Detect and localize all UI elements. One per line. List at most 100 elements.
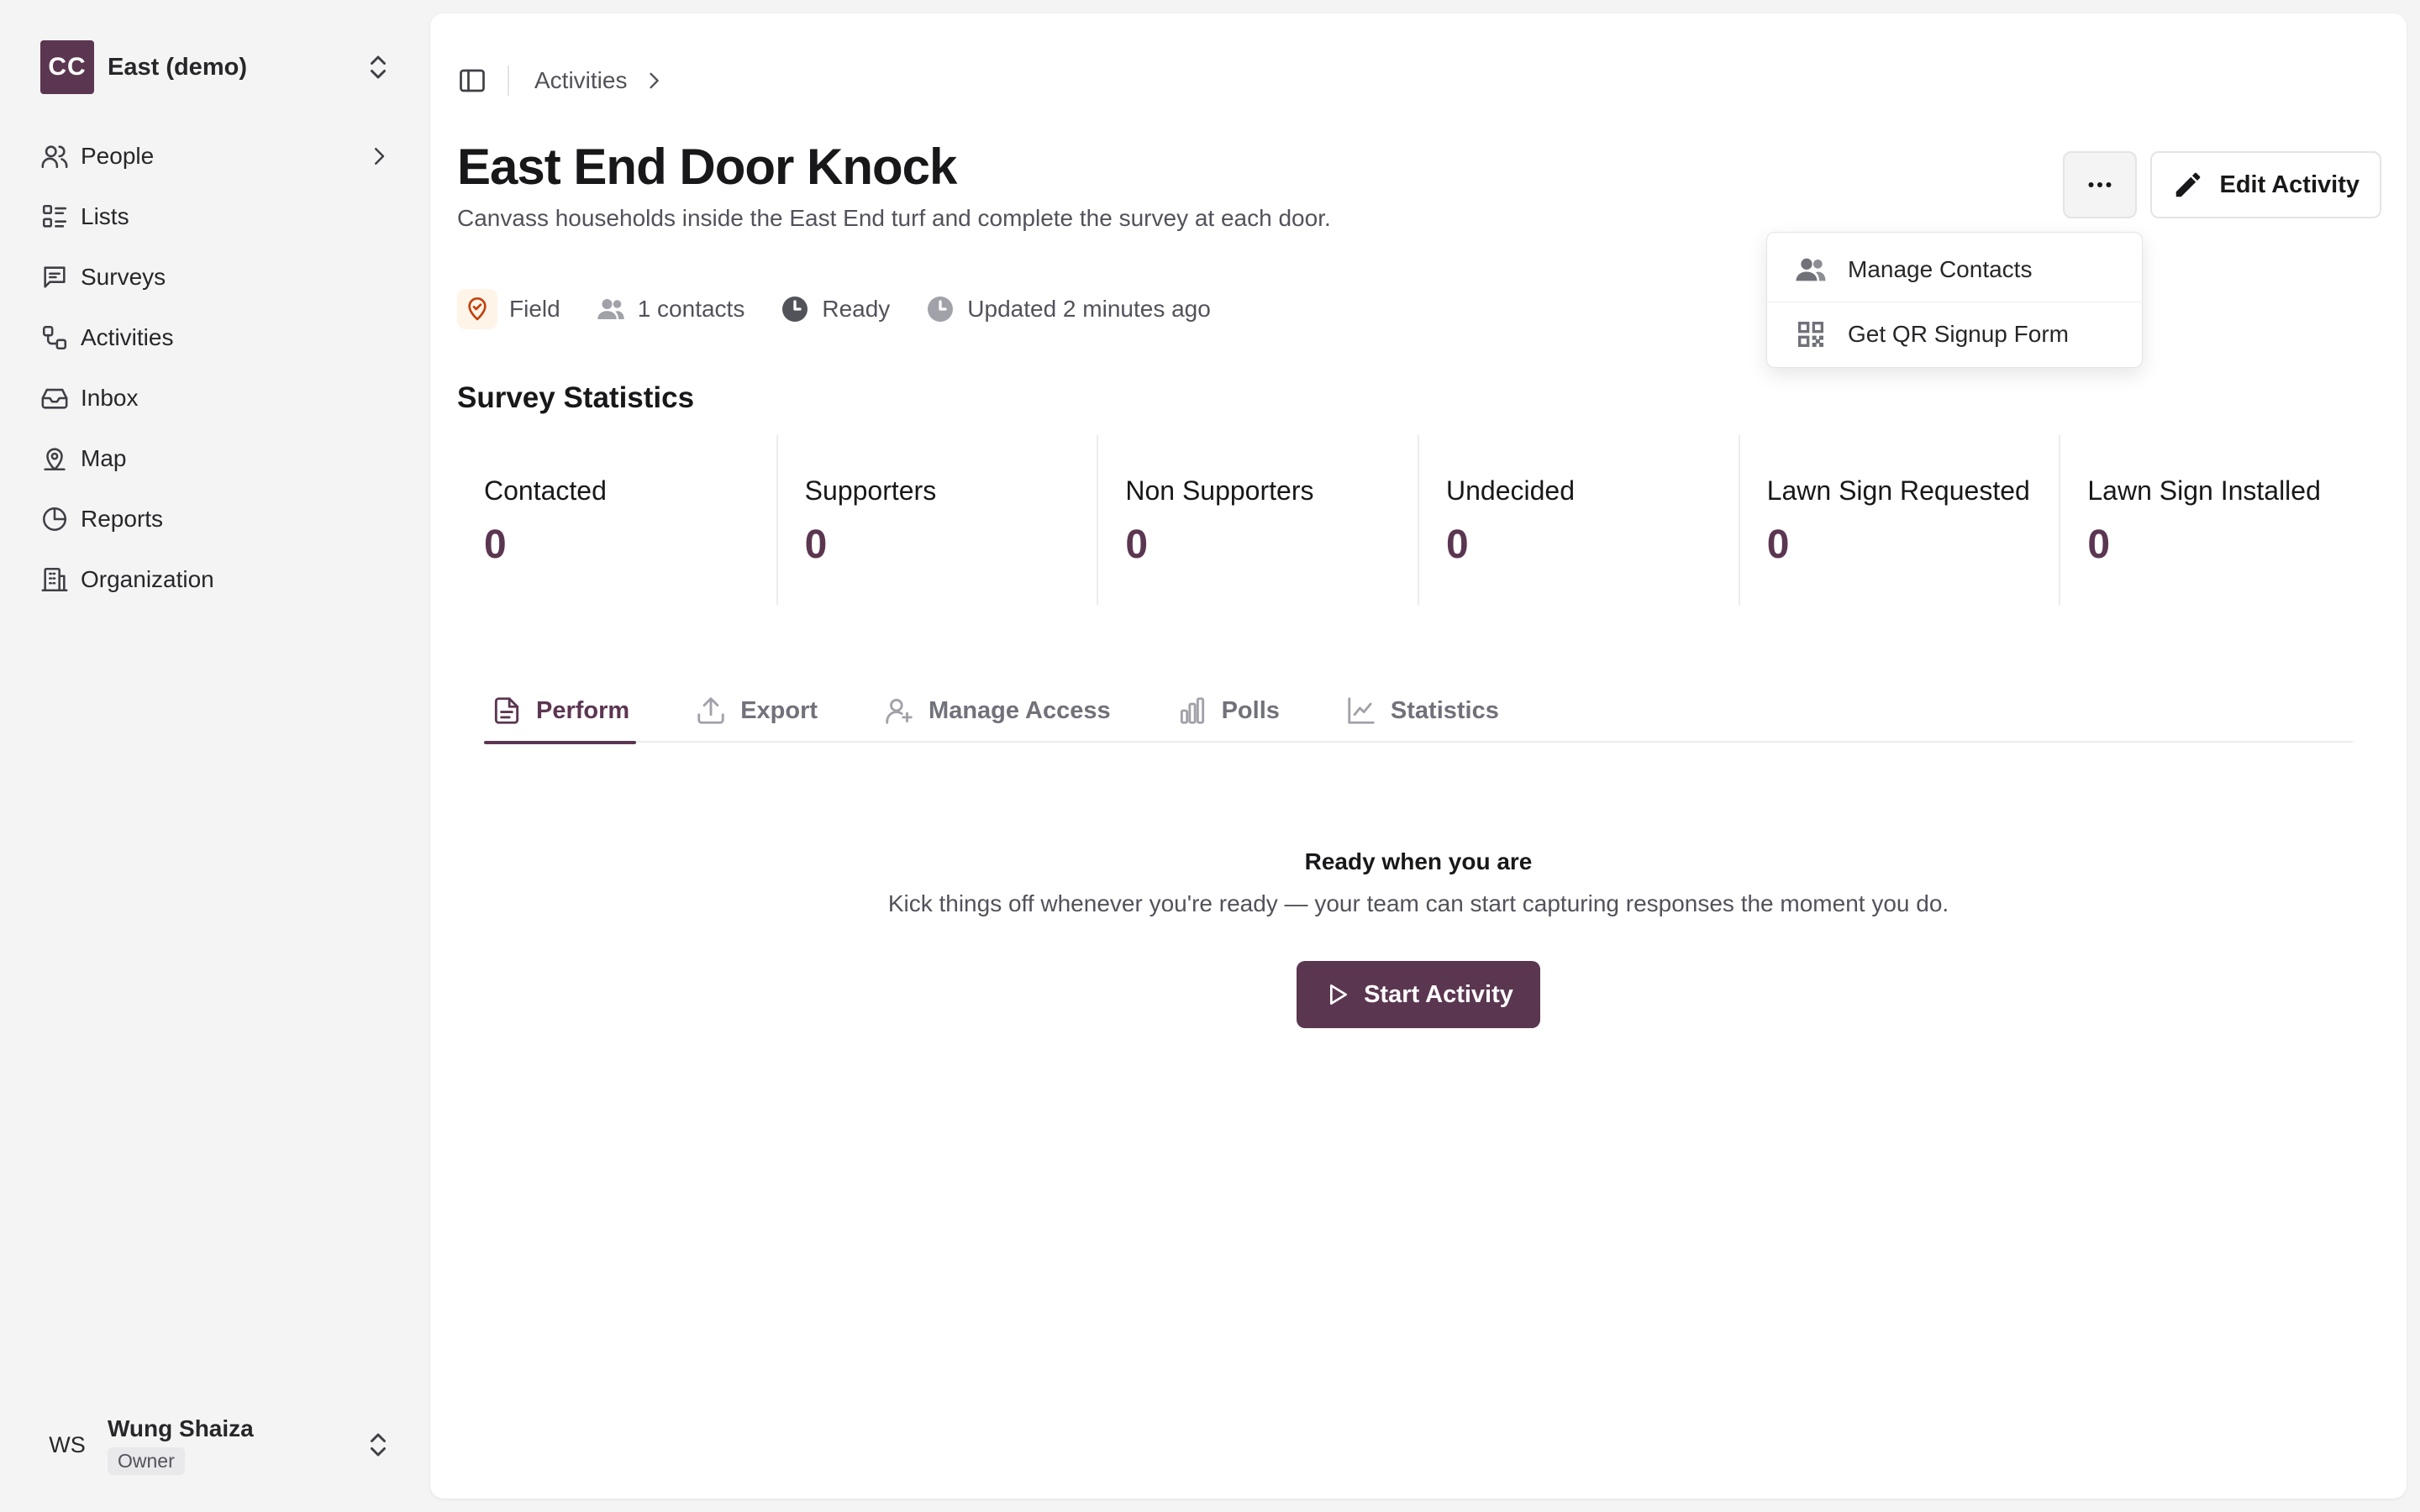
stat-lawn-sign-installed: Lawn Sign Installed 0 (2059, 435, 2380, 605)
menu-item-manage-contacts[interactable]: Manage Contacts (1767, 239, 2142, 300)
org-name: East (demo) (108, 53, 247, 81)
sidebar-item-lists[interactable]: Lists (34, 192, 397, 242)
tab-polls[interactable]: Polls (1170, 679, 1286, 743)
start-activity-button[interactable]: Start Activity (1297, 961, 1540, 1028)
stat-supporters: Supporters 0 (776, 435, 1097, 605)
empty-state-description: Kick things off whenever you're ready — … (887, 890, 1949, 916)
org-switcher[interactable]: CC East (demo) (40, 40, 393, 94)
stat-value: 0 (1446, 522, 1469, 567)
sidebar-item-label: Surveys (81, 264, 166, 290)
tab-statistics[interactable]: Statistics (1339, 679, 1506, 743)
user-info: Wung Shaiza Owner (108, 1415, 363, 1475)
play-icon (1330, 984, 1348, 1005)
tab-label: Statistics (1390, 696, 1499, 724)
activity-icon (42, 325, 67, 350)
stat-label: Non Supporters (1125, 475, 1314, 506)
meta-contacts: 1 contacts (596, 294, 745, 324)
tab-perform[interactable]: Perform (484, 679, 637, 744)
stat-value: 0 (804, 522, 828, 567)
empty-state: Ready when you are Kick things off whene… (457, 848, 2380, 1028)
user-plus-icon (886, 698, 913, 724)
chevrons-up-down-icon (371, 55, 386, 79)
topbar: Activities (457, 54, 666, 108)
meta-status-label: Ready (822, 296, 891, 322)
breadcrumb-activities[interactable]: Activities (534, 67, 627, 94)
start-activity-label: Start Activity (1364, 980, 1513, 1008)
stat-value: 0 (2087, 522, 2111, 567)
main-panel: Activities East End Door Knock Canvass h… (430, 13, 2407, 1499)
users-icon (1796, 258, 1826, 281)
survey-statistics-title: Survey Statistics (457, 381, 695, 414)
stat-value: 0 (1766, 522, 1790, 567)
user-avatar: WS (49, 1431, 86, 1457)
activity-tabs: Perform Export Manage Access Polls Stati… (484, 679, 2353, 744)
sidebar-item-label: People (81, 143, 155, 169)
sidebar-item-label: Map (81, 445, 127, 471)
tab-label: Polls (1221, 696, 1280, 724)
meta-updated: Updated 2 minutes ago (925, 294, 1211, 324)
sidebar-item-label: Lists (81, 203, 129, 229)
sidebar-item-people[interactable]: People (34, 131, 397, 181)
sidebar-item-organization[interactable]: Organization (34, 554, 397, 605)
sidebar-toggle-icon[interactable] (457, 66, 487, 96)
tab-label: Manage Access (929, 696, 1111, 724)
survey-stats-grid: Contacted 0 Supporters 0 Non Supporters … (457, 435, 2380, 605)
clock-icon (782, 297, 808, 322)
inbox-icon (41, 388, 68, 409)
tab-manage-access[interactable]: Manage Access (876, 679, 1118, 743)
sidebar-item-map[interactable]: Map (34, 433, 397, 484)
stat-lawn-sign-requested: Lawn Sign Requested 0 (1738, 435, 2060, 605)
message-icon (44, 266, 66, 288)
sidebar-item-label: Inbox (81, 385, 139, 411)
sidebar-item-inbox[interactable]: Inbox (34, 373, 397, 423)
meta-status: Ready (780, 294, 890, 324)
line-chart-icon (1348, 697, 1375, 724)
list-icon (42, 204, 67, 228)
chevron-right-icon (650, 72, 660, 89)
map-pin-icon (44, 448, 66, 471)
stat-label: Contacted (484, 475, 607, 506)
user-role-badge: Owner (108, 1446, 185, 1475)
sidebar-item-activities[interactable]: Activities (34, 312, 397, 363)
tab-label: Export (740, 696, 818, 724)
menu-item-qr-signup[interactable]: Get QR Signup Form (1767, 304, 2142, 365)
edit-activity-label: Edit Activity (2219, 171, 2360, 198)
menu-item-label: Get QR Signup Form (1848, 321, 2069, 347)
org-avatar: CC (40, 40, 94, 94)
stat-label: Lawn Sign Requested (1766, 475, 2030, 506)
tab-export[interactable]: Export (688, 679, 824, 743)
stat-label: Supporters (804, 475, 937, 506)
chevrons-up-down-icon (371, 1433, 386, 1457)
user-menu[interactable]: WS Wung Shaiza Owner (40, 1410, 393, 1480)
empty-state-title: Ready when you are (1304, 848, 1533, 874)
stat-value: 0 (484, 522, 507, 567)
more-actions-button[interactable] (2063, 151, 2138, 218)
sidebar-item-surveys[interactable]: Surveys (34, 252, 397, 302)
users-icon (41, 145, 68, 169)
more-horizontal-icon (2088, 182, 2112, 187)
stat-undecided: Undecided 0 (1418, 435, 1739, 605)
users-icon (597, 299, 624, 319)
sidebar-item-label: Activities (81, 324, 174, 350)
stat-label: Undecided (1446, 475, 1576, 506)
stat-non-supporters: Non Supporters 0 (1097, 435, 1418, 605)
meta-contacts-label: 1 contacts (637, 296, 745, 322)
field-badge (457, 289, 497, 329)
more-actions-menu: Manage Contacts Get QR Signup Form (1766, 232, 2143, 368)
map-pin-check-icon (468, 297, 487, 321)
sidebar-item-label: Organization (81, 566, 214, 592)
page-description: Canvass households inside the East End t… (457, 205, 1331, 231)
stat-contacted: Contacted 0 (457, 435, 776, 605)
qr-code-icon (1798, 322, 1823, 347)
page-title: East End Door Knock (457, 139, 957, 195)
meta-type: Field (457, 289, 560, 329)
edit-activity-button[interactable]: Edit Activity (2150, 151, 2381, 218)
bar-chart-icon (1180, 697, 1204, 724)
stat-value: 0 (1125, 522, 1149, 567)
building-icon (41, 567, 68, 592)
file-text-icon (494, 697, 519, 724)
sidebar-item-reports[interactable]: Reports (34, 494, 397, 544)
pie-chart-icon (43, 507, 67, 531)
stat-label: Lawn Sign Installed (2087, 475, 2321, 506)
meta-updated-label: Updated 2 minutes ago (967, 296, 1211, 322)
